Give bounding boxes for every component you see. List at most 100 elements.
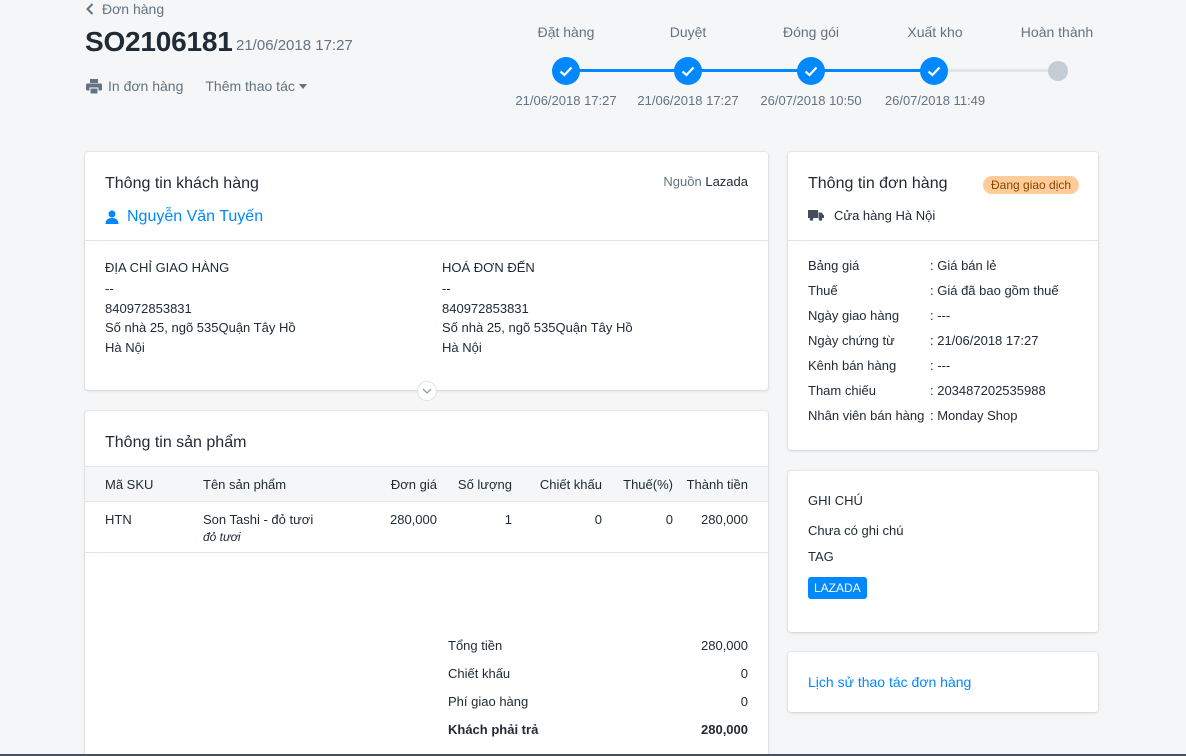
- status-badge: Đang giao dịch: [983, 176, 1080, 194]
- expand-customer-toggle[interactable]: [417, 381, 437, 401]
- billing-address-block: HOÁ ĐƠN ĐẾN -- 840972853831 Số nhà 25, n…: [442, 260, 742, 357]
- store-name: Cửa hàng Hà Nội: [834, 208, 936, 223]
- step-check-packed: [797, 57, 825, 85]
- back-link-label: Đơn hàng: [102, 1, 165, 17]
- order-history-link[interactable]: Lịch sử thao tác đơn hàng: [808, 674, 971, 690]
- col-tax: Thuế(%): [623, 477, 673, 492]
- field-value-document-date: : 21/06/2018 17:27: [930, 333, 1039, 348]
- chevron-left-icon: [86, 3, 94, 15]
- step-label-ordered: Đặt hàng: [537, 24, 595, 40]
- field-value-reference: : 203487202535988: [930, 383, 1046, 398]
- field-label-document-date: Ngày chứng từ: [808, 333, 895, 348]
- caret-down-icon: [298, 84, 307, 89]
- back-link[interactable]: Đơn hàng: [86, 1, 164, 17]
- more-actions-label: Thêm thao tác: [205, 78, 295, 94]
- field-value-salesperson: : Monday Shop: [930, 408, 1018, 423]
- step-check-shipped: [920, 57, 948, 85]
- discount-value: 0: [740, 666, 748, 681]
- source-prefix: Nguồn: [663, 174, 702, 189]
- product-sku-link[interactable]: HTN: [105, 512, 132, 527]
- field-label-price-list: Bảng giá: [808, 258, 860, 273]
- product-discount: 0: [594, 512, 602, 527]
- step-label-approved: Duyệt: [669, 24, 707, 40]
- shipping-address-block: ĐỊA CHỈ GIAO HÀNG -- 840972853831 Số nhà…: [105, 260, 405, 357]
- truck-icon: [808, 210, 824, 221]
- field-label-reference: Tham chiếu: [808, 383, 876, 398]
- stepper-pending-line: [934, 69, 1058, 72]
- billing-line1: --: [442, 281, 451, 296]
- shipping-fee-value: 0: [740, 694, 748, 709]
- field-value-tax: : Giá đã bao gồm thuế: [930, 283, 1059, 298]
- order-info-divider: [788, 240, 1098, 241]
- billing-phone: 840972853831: [442, 300, 529, 316]
- field-value-price-list: : Giá bán lẻ: [930, 258, 997, 273]
- tag-lazada[interactable]: LAZADA: [808, 577, 867, 599]
- print-order-button[interactable]: In đơn hàng: [86, 78, 183, 94]
- shipping-line1: --: [105, 281, 114, 296]
- col-total: Thành tiền: [686, 477, 748, 492]
- shipping-address-heading: ĐỊA CHỈ GIAO HÀNG: [105, 260, 230, 275]
- step-label-completed: Hoàn thành: [1020, 24, 1094, 40]
- field-value-delivery-date: : ---: [930, 308, 951, 323]
- chevron-down-icon: [422, 388, 432, 394]
- customer-info-card: Thông tin khách hàng Nguồn Lazada Nguyễn…: [85, 152, 768, 390]
- step-date-approved: 21/06/2018 17:27: [637, 93, 739, 108]
- billing-city: Hà Nội: [442, 339, 482, 355]
- more-actions-dropdown[interactable]: Thêm thao tác: [205, 78, 307, 94]
- product-unit-price: 280,000: [390, 512, 437, 527]
- order-info-card: Thông tin đơn hàng Đang giao dịch Cửa hà…: [788, 152, 1098, 450]
- customer-info-title: Thông tin khách hàng: [105, 175, 259, 192]
- order-code: SO2106181: [85, 26, 233, 57]
- product-quantity: 1: [504, 512, 512, 527]
- product-info-card: Thông tin sản phẩm Mã SKU Tên sản phẩm Đ…: [85, 411, 768, 756]
- product-variant: đỏ tươi: [203, 530, 241, 544]
- order-source: Nguồn Lazada: [663, 174, 748, 189]
- subtotal-label: Tổng tiền: [448, 638, 503, 653]
- check-icon: [559, 66, 573, 77]
- shipping-fee-label: Phí giao hàng: [448, 694, 529, 709]
- header-actions: In đơn hàng Thêm thao tác: [86, 78, 307, 94]
- billing-address: Số nhà 25, ngõ 535Quận Tây Hồ: [442, 320, 633, 335]
- shipping-address: Số nhà 25, ngõ 535Quận Tây Hồ: [105, 320, 296, 335]
- amount-due-value: 280,000: [701, 722, 748, 737]
- step-check-ordered: [552, 57, 580, 85]
- field-label-salesperson: Nhân viên bán hàng: [808, 408, 925, 423]
- note-text: Chưa có ghi chú: [808, 523, 904, 538]
- field-label-tax: Thuế: [808, 283, 838, 298]
- product-name: Son Tashi - đỏ tươi: [203, 512, 314, 527]
- amount-due-label: Khách phải trả: [448, 722, 539, 737]
- stepper-progress-line: [566, 69, 934, 72]
- step-date-packed: 26/07/2018 10:50: [760, 93, 862, 108]
- history-card: Lịch sử thao tác đơn hàng: [788, 652, 1098, 712]
- step-label-shipped: Xuất kho: [907, 24, 963, 40]
- check-icon: [927, 66, 941, 77]
- col-quantity: Số lượng: [457, 477, 512, 492]
- order-date: 21/06/2018 17:27: [236, 37, 353, 54]
- product-table-header: Mã SKU Tên sản phẩm Đơn giá Số lượng Chi…: [85, 466, 768, 502]
- col-discount: Chiết khấu: [539, 477, 602, 492]
- table-row: HTN Son Tashi - đỏ tươi đỏ tươi 280,000 …: [85, 502, 768, 553]
- product-total: 280,000: [701, 512, 748, 527]
- check-icon: [804, 66, 818, 77]
- product-info-title: Thông tin sản phẩm: [105, 434, 247, 451]
- print-order-label: In đơn hàng: [108, 78, 184, 94]
- field-value-sales-channel: : ---: [930, 358, 951, 373]
- col-unit-price: Đơn giá: [390, 477, 437, 492]
- customer-name-link[interactable]: Nguyễn Văn Tuyến: [105, 208, 263, 226]
- subtotal-value: 280,000: [701, 638, 748, 653]
- discount-link[interactable]: Chiết khấu: [448, 666, 510, 681]
- step-pending-completed: [1048, 61, 1068, 81]
- billing-address-heading: HOÁ ĐƠN ĐẾN: [442, 260, 535, 275]
- store-row: Cửa hàng Hà Nội: [808, 208, 935, 223]
- notes-tags-card: GHI CHÚ Chưa có ghi chú TAG LAZADA: [788, 471, 1098, 632]
- printer-icon: [86, 78, 102, 94]
- customer-name: Nguyễn Văn Tuyến: [127, 208, 264, 225]
- col-product-name: Tên sản phẩm: [203, 477, 287, 492]
- check-icon: [681, 66, 695, 77]
- shipping-phone: 840972853831: [105, 300, 192, 316]
- tag-heading: TAG: [808, 549, 834, 564]
- step-label-packed: Đóng gói: [782, 24, 840, 40]
- product-tax: 0: [665, 512, 673, 527]
- col-sku: Mã SKU: [105, 477, 154, 492]
- shipping-city: Hà Nội: [105, 339, 145, 355]
